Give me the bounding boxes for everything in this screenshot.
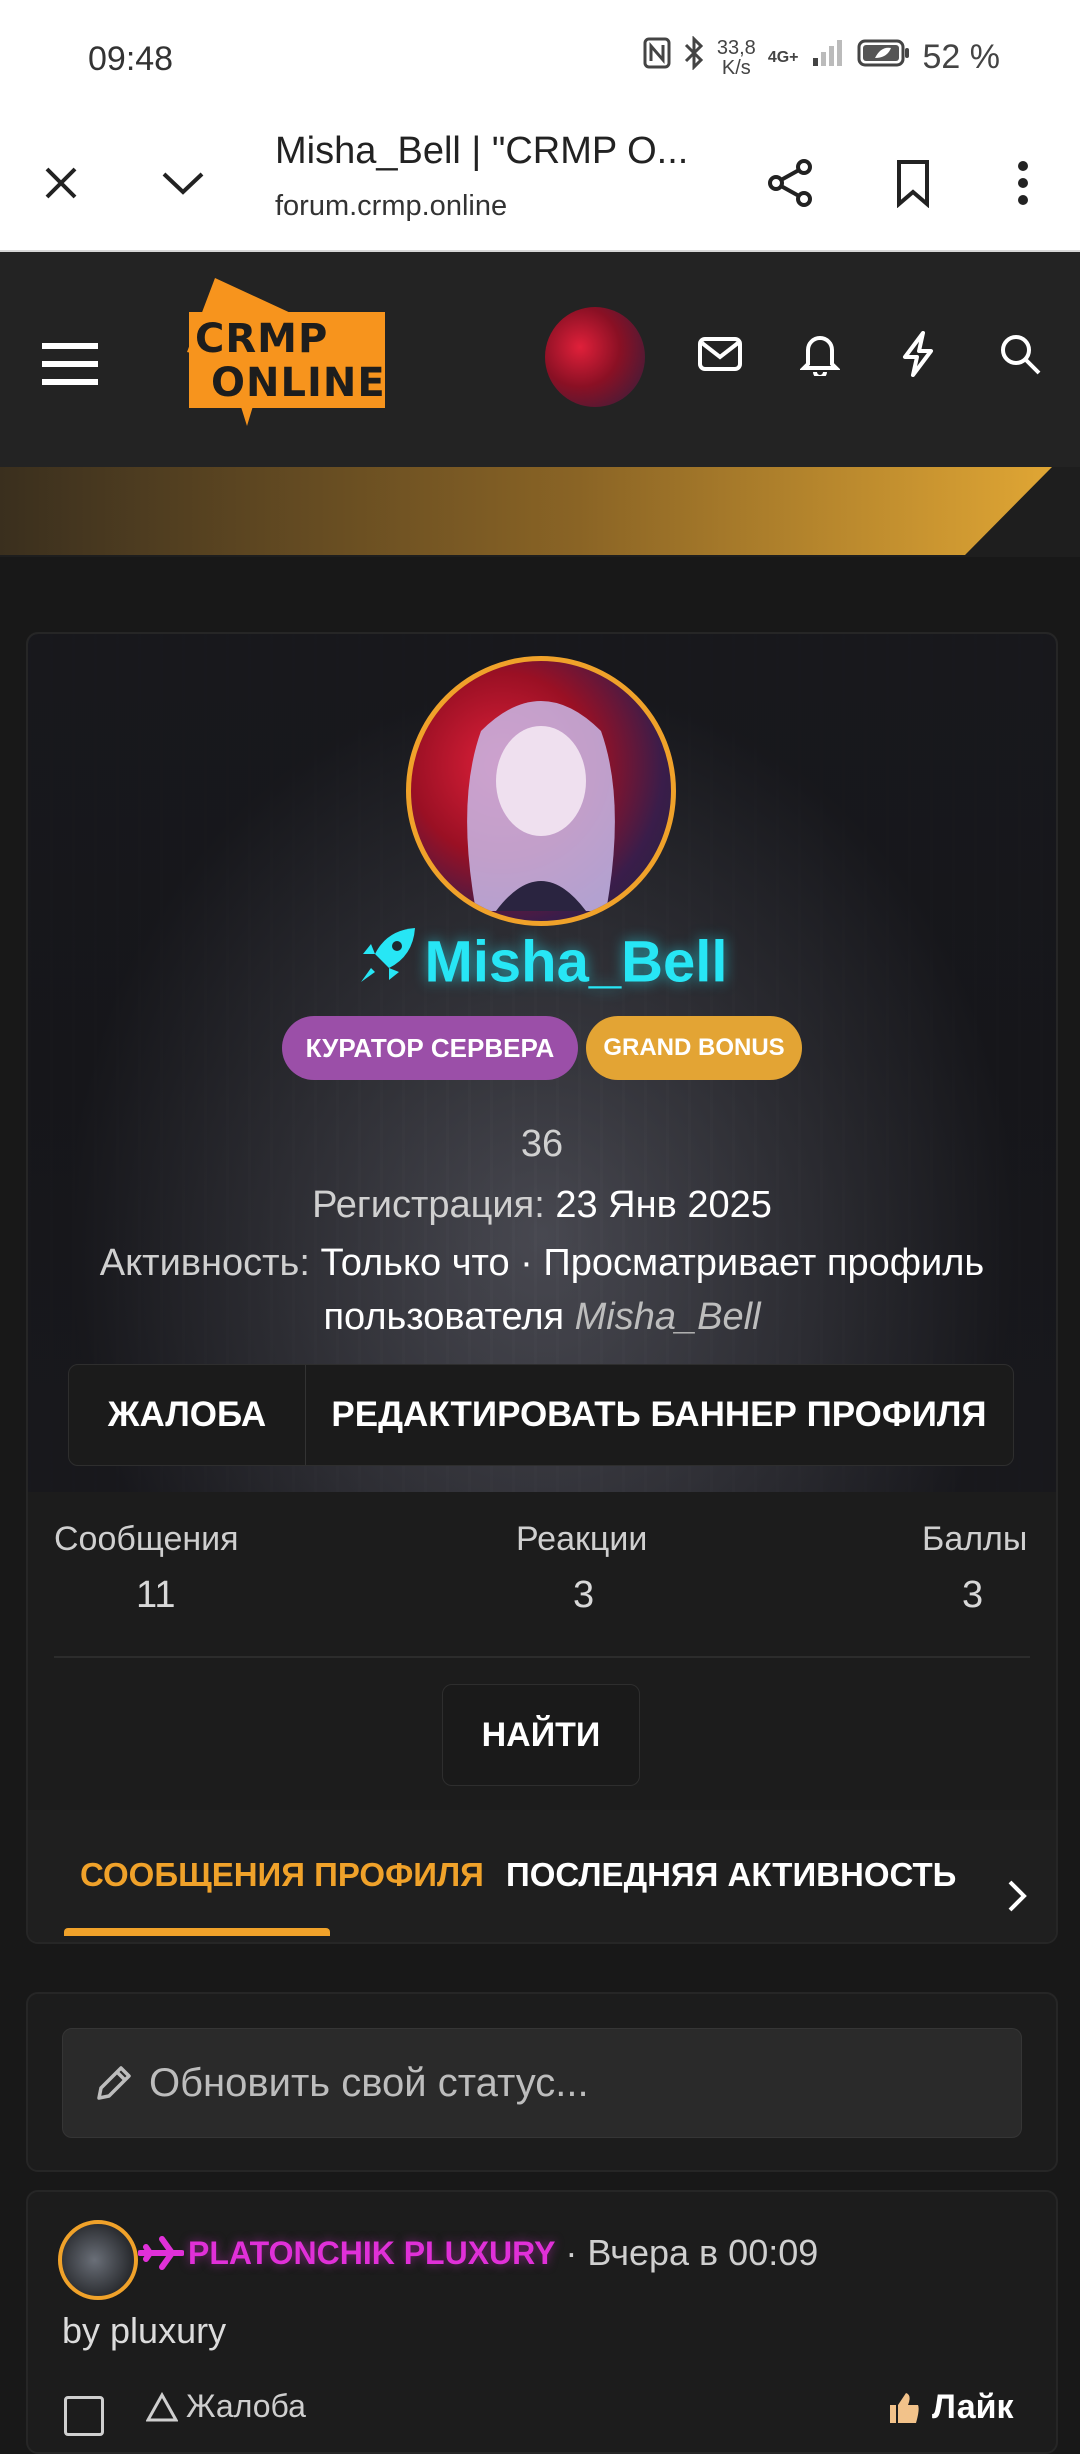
battery-percent: 52 %: [922, 38, 1001, 76]
registration-value: 23 Янв 2025: [555, 1184, 772, 1226]
username-text: Misha_Bell: [424, 929, 728, 995]
status-time: 09:48: [88, 40, 174, 78]
select-checkbox[interactable]: [64, 2396, 104, 2436]
site-logo[interactable]: CRMP ONLINE: [185, 274, 395, 434]
net-speed-value: 33,8: [716, 36, 756, 59]
thumbs-up-icon: [890, 2392, 919, 2423]
post-report-link[interactable]: Жалоба: [146, 2388, 306, 2425]
post-text: by pluxury: [62, 2310, 227, 2351]
plane-icon: [138, 2233, 184, 2273]
activity-value: Только что · Просматривает профиль: [320, 1242, 985, 1284]
profile-username: Misha_Bell: [28, 924, 1056, 1000]
profile-tabs: СООБЩЕНИЯ ПРОФИЛЯ ПОСЛЕДНЯЯ АКТИВНОСТЬ: [28, 1810, 1056, 1942]
profile-meta: 36 Регистрация: 23 Янв 2025 Активность: …: [28, 1114, 1056, 1344]
stat-reactions-label: Реакции: [516, 1520, 648, 1558]
pencil-icon: [93, 2062, 135, 2104]
chevron-right-icon[interactable]: [978, 1850, 1056, 1942]
tab-profile-posts[interactable]: СООБЩЕНИЯ ПРОФИЛЯ: [80, 1856, 484, 1894]
chevron-down-icon[interactable]: [148, 148, 218, 218]
system-status-bar: 09:48 33,8 K/s 4G+ 52 %: [0, 0, 1080, 120]
post-like-label: Лайк: [932, 2388, 1014, 2426]
warning-icon: [146, 2391, 178, 2421]
logo-text-online: ONLINE: [211, 360, 386, 406]
report-button[interactable]: ЖАЛОБА: [69, 1365, 306, 1465]
decorative-stripe: [0, 467, 1080, 557]
status-icons: 33,8 K/s 4G+ 52 %: [643, 35, 1001, 79]
page-url[interactable]: forum.crmp.online: [275, 190, 507, 223]
tab-latest-activity[interactable]: ПОСЛЕДНЯЯ АКТИВНОСТЬ: [506, 1856, 956, 1894]
lightning-icon[interactable]: [886, 322, 950, 386]
profile-avatar[interactable]: [406, 656, 676, 926]
activity-row: Активность: Только что · Просматривает п…: [28, 1236, 1056, 1344]
profile-post: PLATONCHIK PLUXURY · Вчера в 00:09 by pl…: [26, 2190, 1058, 2454]
status-update-block: Обновить свой статус...: [26, 1992, 1058, 2172]
post-author-avatar[interactable]: [58, 2220, 138, 2300]
activity-user-link[interactable]: Misha_Bell: [575, 1296, 761, 1338]
nfc-icon: [643, 37, 671, 78]
post-author-name[interactable]: PLATONCHIK PLUXURY: [188, 2235, 555, 2272]
activity-value-line2: пользователя: [323, 1296, 565, 1338]
status-input[interactable]: Обновить свой статус...: [62, 2028, 1022, 2138]
header-avatar[interactable]: [545, 307, 645, 407]
bluetooth-icon: [683, 35, 705, 79]
active-tab-indicator: [64, 1928, 330, 1936]
net-speed-unit: K/s: [721, 56, 751, 79]
find-button[interactable]: НАЙТИ: [442, 1684, 640, 1786]
registration-row: Регистрация: 23 Янв 2025: [28, 1175, 1056, 1236]
battery-icon: [857, 38, 911, 77]
profile-id: 36: [520, 1123, 564, 1165]
registration-label: Регистрация:: [312, 1184, 545, 1226]
status-input-placeholder: Обновить свой статус...: [149, 2060, 589, 2105]
badge-curator: КУРАТОР СЕРВЕРА: [282, 1016, 578, 1080]
more-options-icon[interactable]: [988, 148, 1058, 218]
badge-grand-bonus: GRAND BONUS: [586, 1016, 802, 1080]
divider: [54, 1656, 1030, 1658]
stat-messages-value[interactable]: 11: [136, 1574, 175, 1617]
browser-toolbar: Misha_Bell | "CRMP O... forum.crmp.onlin…: [0, 120, 1080, 252]
page-title: Misha_Bell | "CRMP O...: [275, 130, 689, 172]
site-header: CRMP ONLINE: [0, 252, 1080, 467]
stat-reactions-value[interactable]: 3: [573, 1574, 594, 1617]
post-header: PLATONCHIK PLUXURY · Вчера в 00:09: [138, 2232, 818, 2274]
edit-banner-button[interactable]: РЕДАКТИРОВАТЬ БАННЕР ПРОФИЛЯ: [306, 1365, 1012, 1465]
close-icon[interactable]: [26, 148, 96, 218]
mail-icon[interactable]: [688, 322, 752, 386]
stat-points-value[interactable]: 3: [962, 1574, 983, 1617]
signal-icon: [811, 38, 845, 77]
stat-messages-label: Сообщения: [54, 1520, 239, 1558]
profile-banner: Misha_Bell КУРАТОР СЕРВЕРА GRAND BONUS 3…: [28, 634, 1056, 1492]
bookmark-icon[interactable]: [878, 148, 948, 218]
activity-label: Активность:: [99, 1242, 310, 1284]
menu-icon[interactable]: [38, 332, 102, 396]
post-report-label: Жалоба: [186, 2388, 306, 2424]
post-like-button[interactable]: Лайк: [886, 2388, 1014, 2427]
profile-card: Misha_Bell КУРАТОР СЕРВЕРА GRAND BONUS 3…: [26, 632, 1058, 1944]
rocket-icon: [357, 924, 419, 1000]
net-speed: 33,8 K/s: [717, 38, 756, 78]
profile-action-buttons: ЖАЛОБА РЕДАКТИРОВАТЬ БАННЕР ПРОФИЛЯ: [68, 1364, 1014, 1466]
bell-icon[interactable]: [788, 322, 852, 386]
post-time[interactable]: · Вчера в 00:09: [565, 2232, 818, 2274]
logo-text-crmp: CRMP: [195, 316, 329, 362]
stat-points-label: Баллы: [922, 1520, 1028, 1558]
search-icon[interactable]: [988, 322, 1052, 386]
share-icon[interactable]: [756, 148, 826, 218]
network-type: 4G+: [767, 48, 799, 66]
